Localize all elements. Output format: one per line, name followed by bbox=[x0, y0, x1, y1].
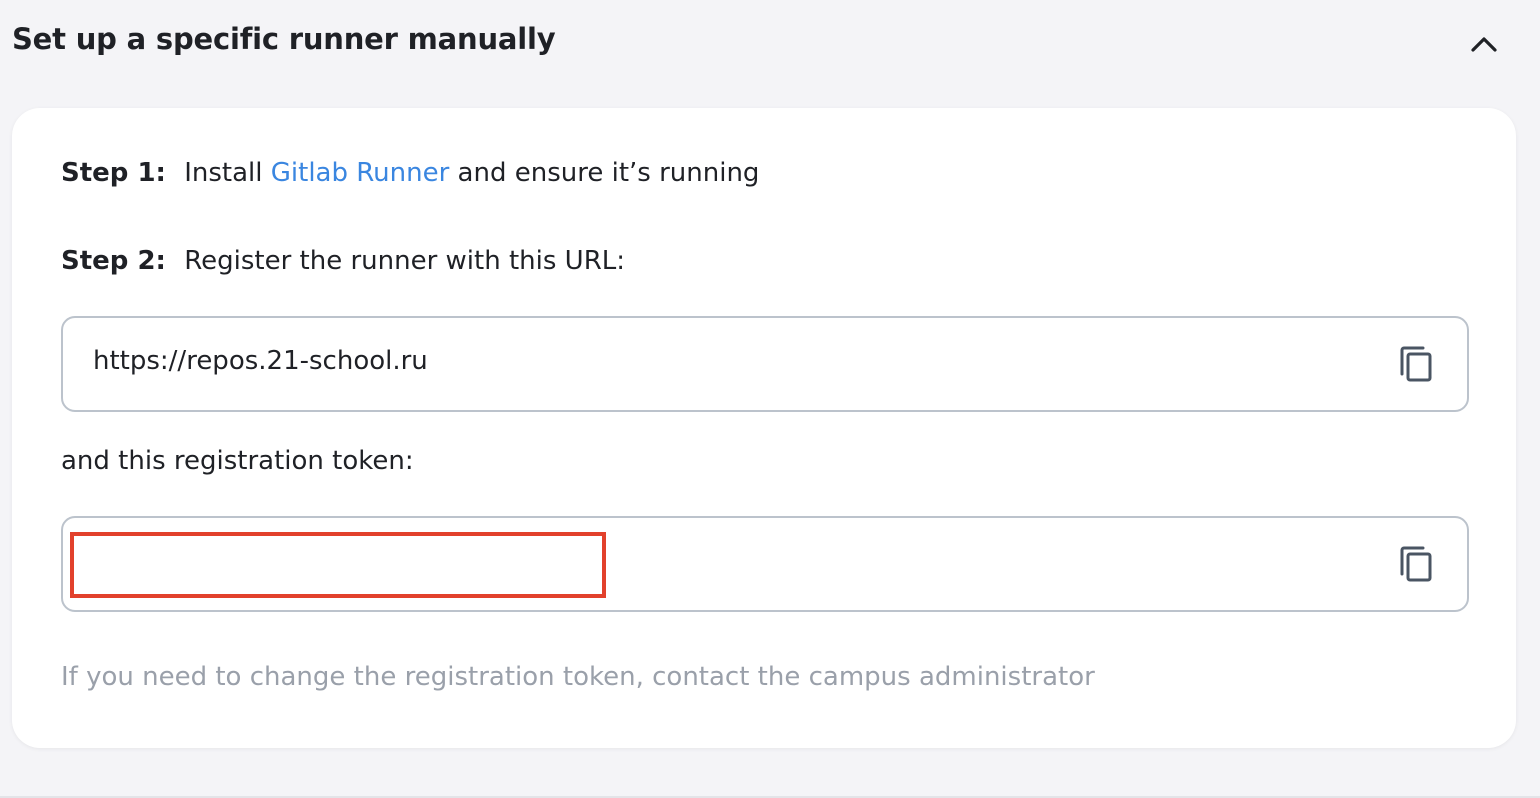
runner-setup-card: Step 1: Install Gitlab Runner and ensure… bbox=[12, 108, 1516, 748]
copy-url-button[interactable] bbox=[1397, 344, 1437, 384]
url-field: https://repos.21-school.ru bbox=[61, 316, 1469, 412]
section-title: Set up a specific runner manually bbox=[12, 22, 556, 56]
step-1: Step 1: Install Gitlab Runner and ensure… bbox=[61, 158, 759, 188]
token-redaction-box bbox=[70, 532, 606, 598]
chevron-up-icon bbox=[1471, 37, 1497, 52]
token-hint: If you need to change the registration t… bbox=[61, 662, 1095, 692]
step-1-text-before: Install bbox=[184, 158, 263, 188]
gitlab-runner-link[interactable]: Gitlab Runner bbox=[271, 158, 450, 188]
step-2-text: Register the runner with this URL: bbox=[184, 246, 626, 276]
step-1-label: Step 1: bbox=[61, 158, 166, 188]
copy-icon bbox=[1400, 546, 1432, 582]
step-2-label: Step 2: bbox=[61, 246, 166, 276]
token-label: and this registration token: bbox=[61, 446, 414, 476]
step-2: Step 2: Register the runner with this UR… bbox=[61, 246, 625, 276]
copy-token-button[interactable] bbox=[1397, 544, 1437, 584]
token-field bbox=[61, 516, 1469, 612]
copy-icon bbox=[1400, 346, 1432, 382]
url-value[interactable]: https://repos.21-school.ru bbox=[93, 346, 428, 376]
step-1-text-after: and ensure it’s running bbox=[457, 158, 760, 188]
collapse-toggle-button[interactable] bbox=[1462, 24, 1506, 64]
section-header: Set up a specific runner manually bbox=[0, 0, 1540, 86]
